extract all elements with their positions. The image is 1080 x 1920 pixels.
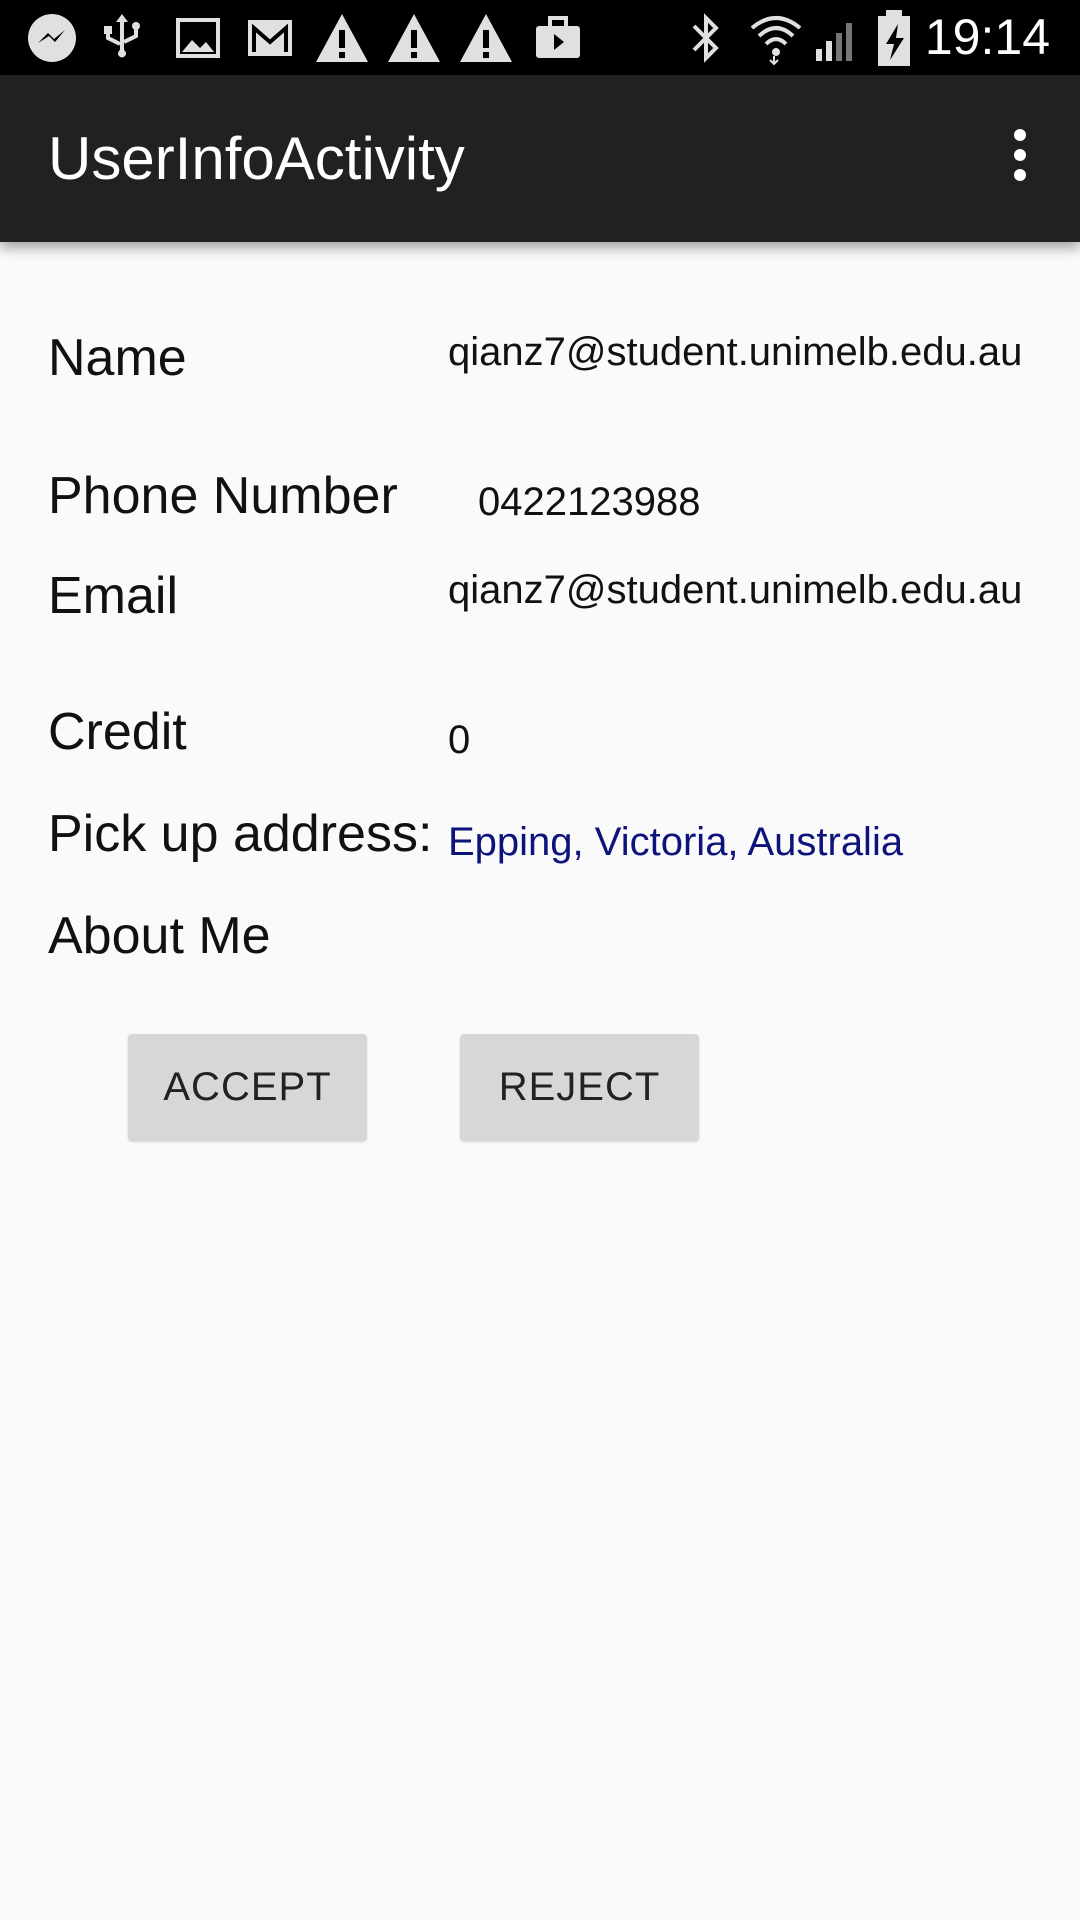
briefcase-icon [532,10,584,65]
battery-charging-icon [874,9,914,66]
page-title: UserInfoActivity [48,125,465,192]
warning-icon [386,10,442,65]
credit-value: 0 [448,718,471,762]
about-me-label: About Me [48,907,271,965]
name-value: qianz7@student.unimelb.edu.au [448,330,1023,374]
reject-button[interactable]: REJECT [460,1034,699,1141]
more-vert-icon [1010,127,1030,188]
gmail-icon [244,10,296,65]
status-bar: 19:14 [0,0,1080,75]
email-label: Email [48,567,179,625]
usb-icon [100,10,144,65]
warning-icon [314,10,370,65]
wifi-icon [748,10,804,65]
more-options-button[interactable] [980,117,1060,197]
pickup-address-label: Pick up address: [48,805,433,863]
status-time: 19:14 [924,9,1050,65]
phone-label: Phone Number [48,467,398,525]
messenger-icon [24,10,80,65]
pickup-address-link[interactable]: Epping, Victoria, Australia [448,818,968,867]
phone-value: 0422123988 [478,480,701,524]
name-label: Name [48,329,187,387]
email-value: qianz7@student.unimelb.edu.au [448,568,1023,612]
image-icon [172,10,224,65]
bluetooth-icon [686,10,726,65]
warning-icon [458,10,514,65]
credit-label: Credit [48,703,187,761]
app-bar: UserInfoActivity [0,75,1080,242]
accept-button[interactable]: ACCEPT [128,1034,367,1141]
signal-icon [812,10,862,65]
